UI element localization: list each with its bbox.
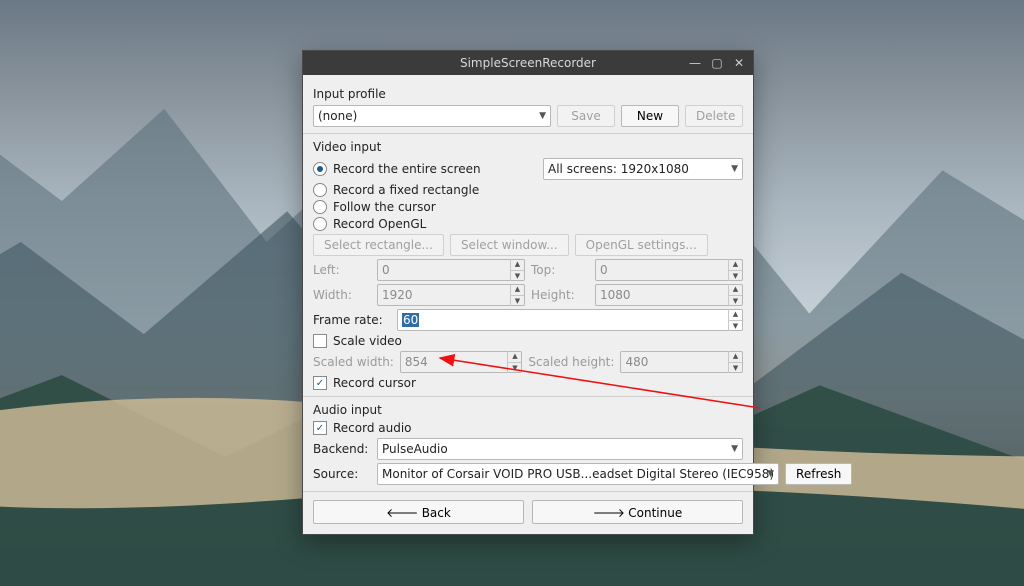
- select-window-button: Select window...: [450, 234, 569, 256]
- stepper-down-icon[interactable]: ▼: [728, 321, 742, 332]
- radio-dot-icon: [313, 162, 327, 176]
- profile-select[interactable]: (none) ▼: [313, 105, 551, 127]
- app-window: SimpleScreenRecorder — ▢ ✕ Input profile…: [302, 50, 754, 535]
- scaled-width-label: Scaled width:: [313, 355, 394, 369]
- window-title: SimpleScreenRecorder: [460, 56, 596, 70]
- opengl-settings-button: OpenGL settings...: [575, 234, 708, 256]
- close-button[interactable]: ✕: [729, 54, 749, 72]
- arrow-right-icon: 🡒: [593, 506, 629, 520]
- profile-select-value: (none): [318, 109, 357, 123]
- top-input: 0 ▲▼: [595, 259, 743, 281]
- width-value: 1920: [382, 288, 413, 302]
- scaled-height-value: 480: [625, 355, 648, 369]
- top-value: 0: [600, 263, 608, 277]
- arrow-left-icon: 🡐: [386, 506, 422, 520]
- width-input: 1920 ▲▼: [377, 284, 525, 306]
- chevron-down-icon: ▼: [539, 111, 546, 121]
- radio-dot-icon: [313, 200, 327, 214]
- stepper-up-icon: ▲: [510, 259, 524, 271]
- stepper-down-icon: ▼: [510, 271, 524, 282]
- continue-label: Continue: [628, 506, 682, 520]
- scaled-width-input: 854 ▲▼: [400, 351, 523, 373]
- radio-record-entire-screen[interactable]: Record the entire screen: [313, 162, 481, 176]
- back-button[interactable]: 🡐 Back: [313, 500, 524, 524]
- desktop-wallpaper: SimpleScreenRecorder — ▢ ✕ Input profile…: [0, 0, 1024, 586]
- screen-select[interactable]: All screens: 1920x1080 ▼: [543, 158, 743, 180]
- width-label: Width:: [313, 288, 371, 302]
- chevron-down-icon: ▼: [767, 469, 774, 479]
- profile-save-button: Save: [557, 105, 615, 127]
- left-label: Left:: [313, 263, 371, 277]
- stepper-up-icon: ▲: [728, 284, 742, 296]
- record-audio-checkbox[interactable]: ✓ Record audio: [313, 421, 412, 435]
- audio-input-label: Audio input: [313, 403, 743, 417]
- backend-select[interactable]: PulseAudio ▼: [377, 438, 743, 460]
- maximize-button[interactable]: ▢: [707, 54, 727, 72]
- radio-label: Record OpenGL: [333, 217, 426, 231]
- stepper-up-icon: ▲: [728, 351, 742, 363]
- checkbox-label: Scale video: [333, 334, 402, 348]
- radio-record-opengl[interactable]: Record OpenGL: [313, 217, 426, 231]
- checkbox-label: Record audio: [333, 421, 412, 435]
- checkbox-label: Record cursor: [333, 376, 416, 390]
- video-input-label: Video input: [313, 140, 743, 154]
- input-profile-label: Input profile: [313, 87, 743, 101]
- continue-button[interactable]: 🡒 Continue: [532, 500, 743, 524]
- minimize-button[interactable]: —: [685, 54, 705, 72]
- stepper-up-icon: ▲: [507, 351, 521, 363]
- checkbox-box-icon: ✓: [313, 421, 327, 435]
- scaled-height-label: Scaled height:: [528, 355, 614, 369]
- stepper-up-icon: ▲: [510, 284, 524, 296]
- height-label: Height:: [531, 288, 589, 302]
- refresh-button[interactable]: Refresh: [785, 463, 852, 485]
- frame-rate-label: Frame rate:: [313, 313, 391, 327]
- profile-delete-button: Delete: [685, 105, 743, 127]
- stepper-down-icon: ▼: [728, 271, 742, 282]
- profile-new-button[interactable]: New: [621, 105, 679, 127]
- select-rectangle-button: Select rectangle...: [313, 234, 444, 256]
- frame-rate-value: 60: [402, 313, 419, 327]
- backend-label: Backend:: [313, 442, 371, 456]
- separator: [303, 396, 753, 397]
- chevron-down-icon: ▼: [731, 444, 738, 454]
- radio-label: Follow the cursor: [333, 200, 436, 214]
- scaled-height-input: 480 ▲▼: [620, 351, 743, 373]
- height-value: 1080: [600, 288, 631, 302]
- screen-select-value: All screens: 1920x1080: [548, 162, 689, 176]
- source-label: Source:: [313, 467, 371, 481]
- radio-label: Record the entire screen: [333, 162, 481, 176]
- stepper-down-icon: ▼: [728, 363, 742, 374]
- left-input: 0 ▲▼: [377, 259, 525, 281]
- stepper-up-icon: ▲: [728, 259, 742, 271]
- radio-record-fixed-rectangle[interactable]: Record a fixed rectangle: [313, 183, 479, 197]
- top-label: Top:: [531, 263, 589, 277]
- radio-dot-icon: [313, 183, 327, 197]
- left-value: 0: [382, 263, 390, 277]
- stepper-down-icon: ▼: [728, 296, 742, 307]
- radio-follow-cursor[interactable]: Follow the cursor: [313, 200, 436, 214]
- checkbox-box-icon: ✓: [313, 376, 327, 390]
- chevron-down-icon: ▼: [731, 164, 738, 174]
- stepper-up-icon[interactable]: ▲: [728, 309, 742, 321]
- source-value: Monitor of Corsair VOID PRO USB...eadset…: [382, 467, 774, 481]
- frame-rate-input[interactable]: 60 ▲▼: [397, 309, 743, 331]
- scaled-width-value: 854: [405, 355, 428, 369]
- source-select[interactable]: Monitor of Corsair VOID PRO USB...eadset…: [377, 463, 779, 485]
- height-input: 1080 ▲▼: [595, 284, 743, 306]
- record-cursor-checkbox[interactable]: ✓ Record cursor: [313, 376, 416, 390]
- backend-value: PulseAudio: [382, 442, 448, 456]
- separator: [303, 491, 753, 492]
- radio-dot-icon: [313, 217, 327, 231]
- radio-label: Record a fixed rectangle: [333, 183, 479, 197]
- scale-video-checkbox[interactable]: Scale video: [313, 334, 402, 348]
- checkbox-box-icon: [313, 334, 327, 348]
- back-label: Back: [422, 506, 451, 520]
- title-bar[interactable]: SimpleScreenRecorder — ▢ ✕: [303, 51, 753, 75]
- stepper-down-icon: ▼: [507, 363, 521, 374]
- stepper-down-icon: ▼: [510, 296, 524, 307]
- separator: [303, 133, 753, 134]
